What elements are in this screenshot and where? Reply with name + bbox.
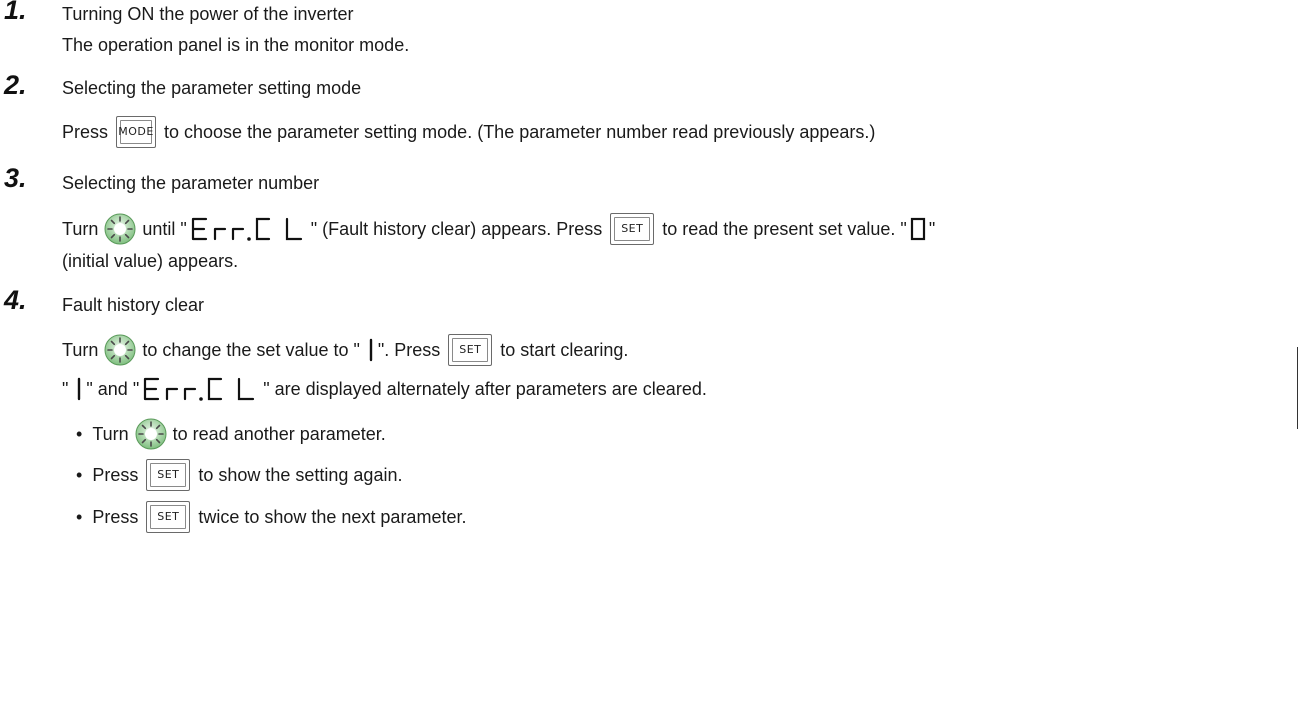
step-1-body: The operation panel is in the monitor mo… xyxy=(62,34,409,56)
setting-dial-icon xyxy=(104,213,136,245)
zero-display xyxy=(910,217,925,241)
quote-open: " xyxy=(62,379,69,399)
step-4-number: 4. xyxy=(4,285,27,315)
step-4-title: Fault history clear xyxy=(62,294,204,316)
step-2-number: 2. xyxy=(4,70,27,100)
bullet-mark: • xyxy=(76,424,83,444)
bullet-lead: Press xyxy=(92,507,139,527)
step-2-body: Press MODE to choose the parameter setti… xyxy=(62,115,875,149)
procedure-page: 1. Turning ON the power of the inverter … xyxy=(0,0,1299,707)
bullet-mark: • xyxy=(76,507,83,527)
mode-key-icon: MODE xyxy=(116,116,157,148)
step-1-body-text: The operation panel is in the monitor mo… xyxy=(62,35,410,55)
mode-key-label: MODE xyxy=(118,125,154,138)
quote-close: " xyxy=(928,219,936,239)
set-key-icon: SET xyxy=(146,459,191,491)
step-3-title-text: Selecting the parameter number xyxy=(62,173,320,193)
set-key-icon: SET xyxy=(610,213,655,245)
bullet-lead: Press xyxy=(92,465,139,485)
step-1-title-text: Turning ON the power of the inverter xyxy=(62,4,354,24)
bullet-mark: • xyxy=(76,465,83,485)
step-4-body: Turn to change the set value to " ". Pre… xyxy=(62,333,628,367)
start-text: to start clearing. xyxy=(500,340,629,360)
err-cl-display xyxy=(144,377,255,401)
step-3-title: Selecting the parameter number xyxy=(62,172,319,194)
change-text: to change the set value to " xyxy=(142,340,360,360)
set-key-label: SET xyxy=(157,468,180,481)
step-3-initial-value: (initial value) appears. xyxy=(62,250,238,272)
setting-dial-icon xyxy=(104,334,136,366)
press-text: ". Press xyxy=(377,340,441,360)
turn-word: Turn xyxy=(62,219,99,239)
until-text: until " xyxy=(142,219,187,239)
step-1-title: Turning ON the power of the inverter xyxy=(62,3,353,25)
set-key-label: SET xyxy=(459,343,482,356)
press-word: Press xyxy=(62,122,109,142)
step-4-alternate: " " and " " are displayed alternately af… xyxy=(62,374,707,404)
setting-dial-icon xyxy=(135,418,167,450)
set-key-label: SET xyxy=(621,222,644,235)
step-2-title: Selecting the parameter setting mode xyxy=(62,77,361,99)
bullet-item-2: • Press SET to show the setting again. xyxy=(76,458,402,492)
bullet-item-1: • Turn to read another parameter. xyxy=(76,417,386,451)
and-text: " and " xyxy=(86,379,140,399)
step-3-number: 3. xyxy=(4,163,27,193)
bullet-lead: Turn xyxy=(92,424,129,444)
one-display xyxy=(78,377,81,401)
set-key-icon: SET xyxy=(146,501,191,533)
step-3-body: Turn until " " (Fault history clear) app… xyxy=(62,212,935,246)
side-rule xyxy=(1297,347,1298,429)
bullet-tail: twice to show the next parameter. xyxy=(198,507,467,527)
set-key-label: SET xyxy=(157,510,180,523)
initial-value-text: (initial value) appears. xyxy=(62,251,239,271)
bullet-tail: to show the setting again. xyxy=(198,465,403,485)
bullet-tail: to read another parameter. xyxy=(172,424,386,444)
err-cl-display xyxy=(191,217,302,241)
turn-word: Turn xyxy=(62,340,99,360)
step-2-title-text: Selecting the parameter setting mode xyxy=(62,78,362,98)
fault-clear-text: " (Fault history clear) appears. Press xyxy=(310,219,603,239)
step-1-number: 1. xyxy=(4,0,27,25)
step-2-body-text: to choose the parameter setting mode. (T… xyxy=(164,122,876,142)
alternate-text: " are displayed alternately after parame… xyxy=(263,379,707,399)
one-display xyxy=(369,338,373,362)
step-4-title-text: Fault history clear xyxy=(62,295,205,315)
read-text: to read the present set value. " xyxy=(662,219,907,239)
set-key-icon: SET xyxy=(448,334,493,366)
bullet-item-3: • Press SET twice to show the next param… xyxy=(76,500,466,534)
